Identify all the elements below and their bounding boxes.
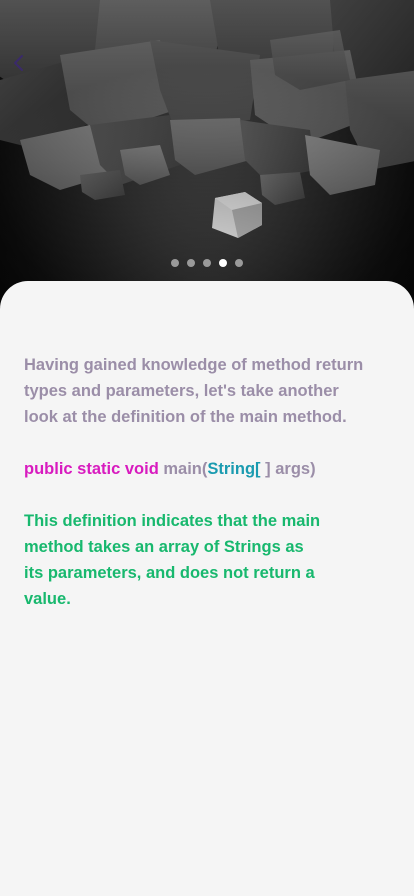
page-dot[interactable] bbox=[171, 259, 179, 267]
code-rest: ] args) bbox=[260, 460, 316, 478]
code-method: main( bbox=[163, 460, 208, 478]
lesson-intro: Having gained knowledge of method return… bbox=[24, 356, 364, 426]
page-indicator bbox=[0, 259, 414, 267]
lesson-content: Having gained knowledge of method return… bbox=[24, 352, 374, 612]
page-dot-active[interactable] bbox=[219, 259, 227, 267]
page-dot[interactable] bbox=[235, 259, 243, 267]
lesson-description: This definition indicates that the main … bbox=[24, 512, 321, 608]
page-dot[interactable] bbox=[187, 259, 195, 267]
code-type: String[ bbox=[207, 460, 261, 478]
back-button[interactable] bbox=[12, 54, 40, 82]
code-snippet: public static void main(String[ ] args) bbox=[24, 456, 374, 482]
chevron-left-icon bbox=[14, 55, 23, 71]
code-keywords: public static void bbox=[24, 460, 159, 478]
page-dot[interactable] bbox=[203, 259, 211, 267]
